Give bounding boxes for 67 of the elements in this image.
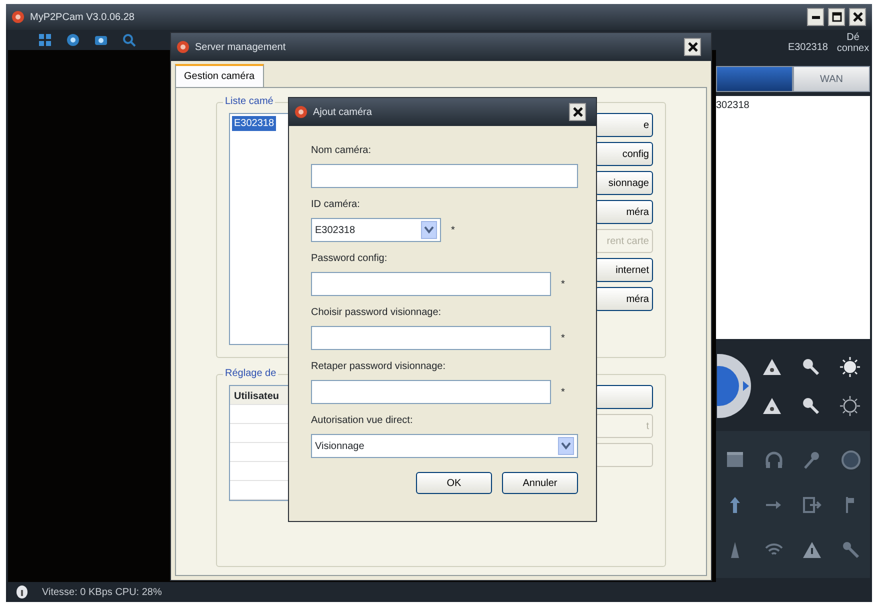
minimize-button[interactable]	[807, 8, 824, 26]
button[interactable]: sionnage	[595, 171, 653, 195]
logo-icon	[295, 106, 307, 118]
zoom-out-icon[interactable]	[800, 396, 821, 416]
button[interactable]: méra	[595, 287, 653, 311]
input-field[interactable]	[311, 380, 551, 404]
wrench-icon[interactable]	[840, 540, 861, 560]
tab[interactable]: Gestion caméra	[175, 64, 264, 87]
required-mark: *	[561, 278, 565, 292]
status-text: Vitesse: 0 KBps CPU: 28%	[42, 586, 162, 600]
field-label: ID caméra:	[311, 198, 361, 212]
field-label: Choisir password visionnage:	[311, 306, 442, 320]
close-button[interactable]	[569, 103, 586, 121]
window-title: Server management	[195, 40, 286, 54]
close-button[interactable]	[849, 8, 866, 26]
tilt-down-icon[interactable]	[762, 396, 782, 416]
list-item[interactable]: 302318	[716, 100, 750, 111]
chevron-down-icon	[424, 226, 434, 234]
dropdown[interactable]: E302318	[311, 218, 441, 242]
minimize-icon	[812, 16, 820, 18]
button[interactable]: internet	[595, 258, 653, 282]
input-field[interactable]	[311, 272, 551, 296]
maximize-button[interactable]	[828, 8, 845, 26]
input-field[interactable]	[311, 326, 551, 350]
tab[interactable]: WAN	[793, 66, 870, 92]
group-label: Réglage de	[223, 368, 278, 380]
button[interactable]: OK	[416, 472, 492, 494]
close-icon	[852, 12, 862, 22]
chevron-down-icon	[561, 442, 571, 450]
brightness-icon[interactable]	[840, 396, 860, 416]
headphones-icon[interactable]	[764, 450, 784, 470]
button[interactable]: e	[595, 113, 653, 137]
close-icon	[572, 107, 582, 117]
search-icon[interactable]	[122, 33, 136, 47]
button[interactable]: config	[595, 142, 653, 166]
button[interactable]	[595, 385, 653, 409]
camera-icon[interactable]	[66, 33, 80, 47]
disconnect-link[interactable]: Dé connex	[836, 32, 870, 54]
field-label: Password config:	[311, 252, 388, 266]
required-mark: *	[451, 224, 455, 238]
maximize-icon	[832, 12, 842, 22]
camera-id: E302318	[788, 41, 828, 55]
required-mark: *	[561, 386, 565, 400]
exit-icon[interactable]	[802, 494, 822, 514]
info-icon	[16, 585, 28, 599]
close-button[interactable]	[684, 38, 701, 56]
window-title: MyP2PCam V3.0.06.28	[30, 10, 134, 24]
logo-icon	[177, 41, 189, 53]
field-label: Retaper password visionnage:	[311, 360, 447, 374]
button[interactable]: méra	[595, 200, 653, 224]
input-field[interactable]	[311, 164, 578, 188]
required-mark: *	[561, 332, 565, 346]
tab[interactable]	[716, 66, 793, 92]
field-label: Nom caméra:	[311, 144, 372, 158]
grid-icon[interactable]	[38, 33, 52, 47]
zoom-in-icon[interactable]	[800, 356, 821, 376]
window-title: Ajout caméra	[313, 106, 372, 120]
film-icon[interactable]	[725, 450, 746, 470]
warning-icon[interactable]	[802, 540, 822, 560]
camera-icon[interactable]	[94, 33, 108, 47]
field-label: Autorisation vue direct:	[311, 414, 414, 428]
list-item[interactable]: E302318	[232, 116, 276, 131]
tilt-up-icon[interactable]	[762, 356, 782, 376]
button[interactable]: Annuler	[502, 472, 578, 494]
close-icon	[688, 42, 698, 52]
dropdown[interactable]: Visionnage	[311, 434, 578, 458]
logo-icon	[12, 11, 24, 23]
